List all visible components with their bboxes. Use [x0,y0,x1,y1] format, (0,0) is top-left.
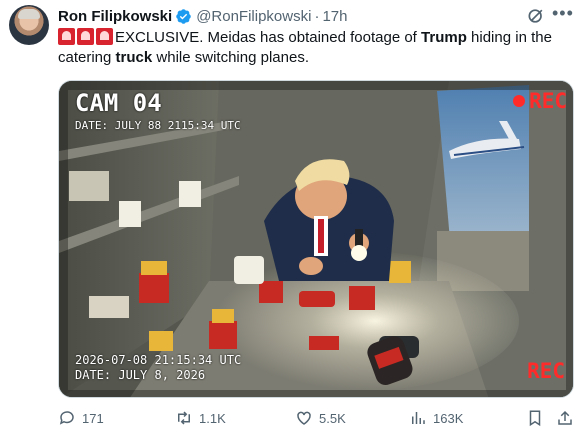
rec-indicator-top: REC [513,89,567,113]
reply-button[interactable]: 171 [58,409,104,427]
cam-title: CAM 04 [75,89,162,117]
tweet-text-part: EXCLUSIVE. Meidas has obtained footage o… [115,29,422,46]
verified-badge-icon [176,8,191,24]
grok-icon[interactable] [526,6,546,26]
share-icon [558,410,572,425]
like-button[interactable]: 5.5K [295,409,346,427]
rec-label-bottom: REC [527,359,565,383]
tweet-text: EXCLUSIVE. Meidas has obtained footage o… [58,28,573,68]
reply-icon [59,411,74,425]
cam-date: DATE: JULY 88 2115:34 UTC [75,119,241,132]
cam-timestamp: 2026-07-08 21:15:34 UTC DATE: JULY 8, 20… [75,353,241,383]
like-count: 5.5K [319,410,346,426]
rotating-light-icon [58,28,75,45]
cam-timestamp-line-1: 2026-07-08 21:15:34 UTC [75,353,242,367]
cam-timestamp-line-2: DATE: JULY 8, 2026 [75,368,206,382]
views-chart-icon [412,412,425,424]
repost-count: 1.1K [199,410,226,426]
tweet-text-part: while switching planes. [152,49,309,66]
reply-count: 171 [82,410,104,426]
bookmark-button[interactable] [526,409,550,427]
more-options-icon[interactable]: ••• [552,4,576,26]
tweet-bold-truck: truck [115,49,153,66]
views-button[interactable]: 163K [409,409,463,427]
tweet-bold-trump: Trump [421,29,467,46]
action-bar: 171 1.1K 5.5K 163K [58,409,578,429]
author-handle[interactable]: @RonFilipkowski [196,8,311,25]
tweet-header: Ron Filipkowski @RonFilipkowski · 17h [58,6,347,26]
bookmark-icon [529,410,541,427]
rotating-light-icon [96,28,113,45]
share-button[interactable] [556,409,580,427]
tweet-media-image[interactable]: CAM 04 DATE: JULY 88 2115:34 UTC REC 202… [58,80,574,398]
repost-icon [178,411,190,425]
rec-label-top: REC [529,89,567,113]
repost-button[interactable]: 1.1K [175,409,226,427]
separator-dot: · [314,7,320,25]
heart-icon [297,411,311,425]
rec-dot-icon [513,95,526,107]
rotating-light-icon [77,28,94,45]
author-name[interactable]: Ron Filipkowski [58,8,172,25]
views-count: 163K [433,410,464,426]
avatar[interactable] [9,5,49,45]
tweet: Ron Filipkowski @RonFilipkowski · 17h ••… [0,0,582,434]
timestamp[interactable]: 17h [322,8,347,25]
